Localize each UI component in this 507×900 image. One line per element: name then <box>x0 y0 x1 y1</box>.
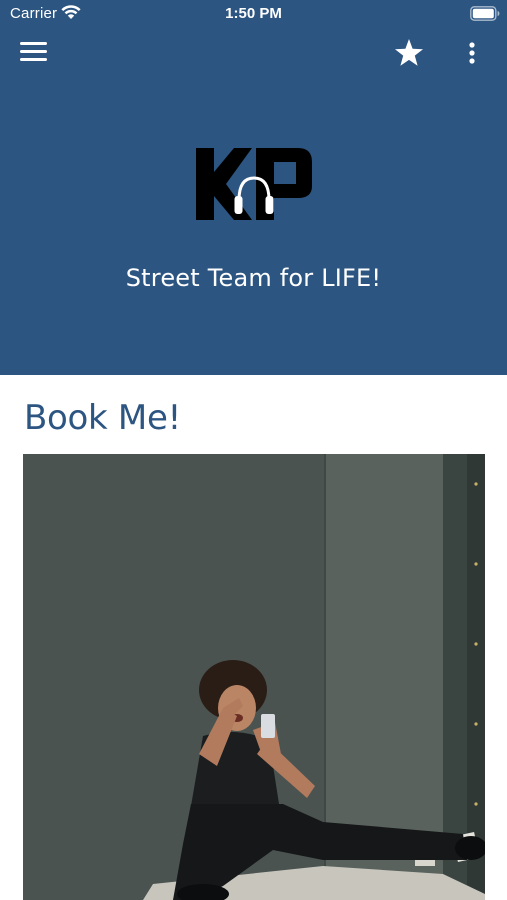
star-icon[interactable] <box>392 36 426 70</box>
kp-headphones-logo <box>196 148 312 220</box>
hamburger-menu-icon[interactable] <box>14 36 54 68</box>
more-vertical-icon[interactable] <box>460 38 484 68</box>
performer-photo <box>23 454 485 900</box>
performer-photo-illustration <box>23 454 485 900</box>
page-title: Book Me! <box>24 398 181 438</box>
status-time: 1:50 PM <box>225 5 282 22</box>
header-tagline: Street Team for LIFE! <box>125 264 382 292</box>
battery-icon <box>470 6 500 21</box>
app-screen: Carrier 1:50 PM Street Team for LIFE! Bo… <box>0 0 507 900</box>
header-banner: Carrier 1:50 PM Street Team for LIFE! <box>0 0 507 375</box>
status-bar: Carrier 1:50 PM <box>0 0 507 28</box>
